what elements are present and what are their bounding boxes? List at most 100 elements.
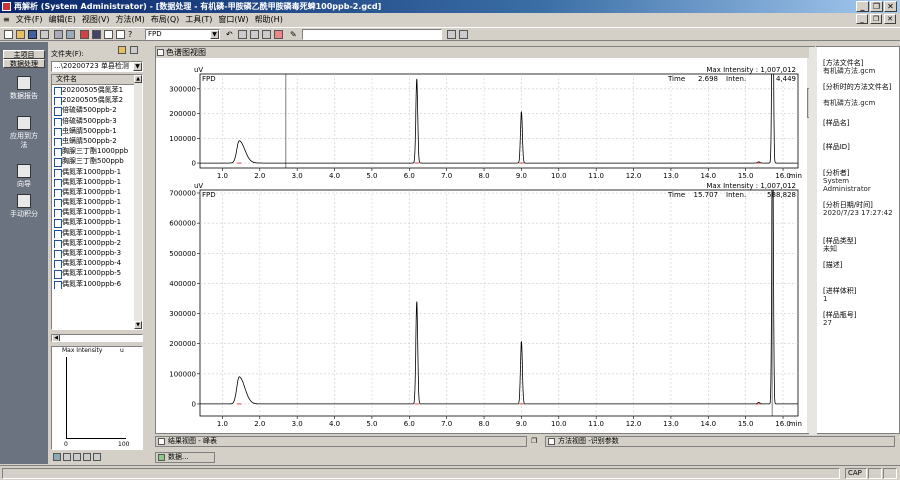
file-list-item[interactable]: 偶氮苯1000ppb-2 bbox=[52, 238, 142, 248]
detector-select[interactable]: FPD ▼ bbox=[145, 29, 220, 40]
file-list-item[interactable]: 倍硫磷500ppb-3 bbox=[52, 116, 142, 126]
data-icon[interactable] bbox=[80, 30, 89, 39]
export-icon[interactable] bbox=[93, 453, 101, 461]
info-value: 27 bbox=[823, 319, 832, 327]
file-list-item[interactable]: 20200505偶氮苯1 bbox=[52, 85, 142, 96]
x-tick-label: 4.0 bbox=[329, 420, 340, 428]
file-list-item[interactable]: 倍硫磷500ppb-2 bbox=[52, 105, 142, 116]
chevron-down-icon[interactable]: ▼ bbox=[210, 30, 219, 39]
settings-icon[interactable] bbox=[83, 453, 91, 461]
x-tick-label: 9.0 bbox=[516, 420, 527, 428]
chevron-down-icon[interactable]: ▼ bbox=[133, 62, 142, 71]
file-list-item[interactable]: 偶氮苯1000ppb-4 bbox=[52, 258, 142, 269]
layout3-icon[interactable] bbox=[116, 30, 125, 39]
menu-view[interactable]: 视图(V) bbox=[79, 15, 113, 24]
chromatogram-plots[interactable]: 1.0 2.0 3.0 4.0 5.0 6.0 7.0 8.0 9.0 10.0 11.0 12.0 1… bbox=[156, 58, 814, 433]
window-menu-icon[interactable] bbox=[157, 49, 164, 56]
scroll-down-icon[interactable]: ▼ bbox=[134, 321, 142, 329]
pencil-icon[interactable]: ✎ bbox=[290, 30, 299, 39]
help-icon[interactable]: ? bbox=[128, 30, 137, 39]
mdi-minimize-button[interactable]: _ bbox=[856, 14, 868, 24]
nav-apply-method[interactable]: 应用到方法 bbox=[0, 116, 48, 150]
chromatogram-title-label: 色谱图视图 bbox=[166, 48, 206, 57]
file-list-item[interactable]: 偶氮苯1000ppb-3 bbox=[52, 248, 142, 259]
info-label: [分析日期/时间] bbox=[823, 201, 873, 209]
tab-data[interactable]: 数据... bbox=[155, 452, 215, 463]
folder-label: 文件夹(F): bbox=[51, 50, 84, 58]
search-icon[interactable] bbox=[66, 30, 75, 39]
file-list-item[interactable]: 胸腺三丁酯500ppb bbox=[52, 156, 142, 167]
up-folder-icon[interactable] bbox=[118, 46, 126, 54]
file-list-scrollbar[interactable]: ▲ ▼ bbox=[134, 75, 142, 329]
print-icon[interactable] bbox=[40, 30, 49, 39]
nav-wizard[interactable]: 向导 bbox=[0, 164, 48, 189]
tool2-icon[interactable] bbox=[250, 30, 259, 39]
menu-window[interactable]: 窗口(W) bbox=[215, 15, 251, 24]
chart-icon[interactable] bbox=[53, 453, 61, 461]
file-list-item[interactable]: 偶氮苯1000ppb-1 bbox=[52, 177, 142, 187]
file-list-item[interactable]: 虫螨腈500ppb-2 bbox=[52, 136, 142, 147]
chromatogram-title: 色谱图视图 bbox=[156, 47, 814, 58]
file-list-hscrollbar[interactable]: ◀ bbox=[51, 334, 143, 342]
file-list-item[interactable]: 偶氮苯1000ppb-1 bbox=[52, 228, 142, 238]
file-list-item[interactable]: 20200505偶氮苯2 bbox=[52, 95, 142, 106]
file-list-item[interactable]: 偶氮苯1000ppb-1 bbox=[52, 207, 142, 218]
tab-results-view[interactable]: 结果视图 - 峰表 bbox=[155, 436, 527, 447]
title-bar: 再解析 (System Administrator) - [数据处理 - 有机磷… bbox=[0, 0, 900, 13]
minimize-button[interactable]: _ bbox=[856, 1, 869, 12]
file-list-item[interactable]: 偶氮苯1000ppb-1 bbox=[52, 217, 142, 228]
preview-icon[interactable] bbox=[54, 30, 63, 39]
tool3-icon[interactable] bbox=[262, 30, 271, 39]
window-menu-icon[interactable] bbox=[548, 438, 555, 445]
menu-layout[interactable]: 布局(Q) bbox=[148, 15, 183, 24]
info-splitter[interactable] bbox=[809, 47, 817, 435]
info-label: [分析者] bbox=[823, 169, 850, 177]
layout1-icon[interactable] bbox=[92, 30, 101, 39]
open-icon[interactable] bbox=[16, 30, 25, 39]
zoom-icon[interactable] bbox=[63, 453, 71, 461]
info-label: [样品ID] bbox=[823, 143, 850, 151]
file-list-item[interactable]: 偶氮苯1000ppb-1 bbox=[52, 197, 142, 208]
menu-method[interactable]: 方法(M) bbox=[113, 15, 148, 24]
file-list-item[interactable]: 偶氮苯1000ppb-1 bbox=[52, 187, 142, 198]
tab-data-processing[interactable]: 数据处理 bbox=[3, 59, 45, 68]
menu-file[interactable]: 文件(F) bbox=[13, 15, 46, 24]
file-list[interactable]: 文件名 20200505偶氮苯1 20200505偶氮苯2 倍硫磷500ppb-2 倍… bbox=[51, 74, 143, 330]
menu-tools[interactable]: 工具(T) bbox=[182, 15, 215, 24]
nav-data-report[interactable]: 数据报告 bbox=[0, 76, 48, 101]
file-column-header[interactable]: 文件名 bbox=[52, 75, 142, 85]
info-label: [分析时的方法文件名] bbox=[823, 83, 892, 91]
tool-icon[interactable] bbox=[73, 453, 81, 461]
restore-button[interactable]: ❐ bbox=[870, 1, 883, 12]
report-icon bbox=[17, 76, 31, 90]
tool5-icon[interactable] bbox=[447, 30, 456, 39]
menu-help[interactable]: 帮助(H) bbox=[252, 15, 286, 24]
layout2-icon[interactable] bbox=[104, 30, 113, 39]
menu-edit[interactable]: 编辑(E) bbox=[46, 15, 79, 24]
file-list-item[interactable]: 偶氮苯1000ppb-5 bbox=[52, 268, 142, 279]
x-tick-label: 10.0 bbox=[551, 172, 567, 180]
save-icon[interactable] bbox=[28, 30, 37, 39]
scroll-left-icon[interactable]: ◀ bbox=[52, 335, 60, 341]
mdi-close-button[interactable]: ✕ bbox=[884, 14, 896, 24]
tab-method-view[interactable]: 方法视图 -识别参数 bbox=[545, 436, 895, 447]
nav-manual-integration[interactable]: 手动积分 bbox=[0, 194, 48, 219]
toolbar-input[interactable] bbox=[302, 29, 442, 40]
close-button[interactable]: ✕ bbox=[884, 1, 897, 12]
restore-icon[interactable]: ❐ bbox=[531, 437, 541, 446]
undo-icon[interactable]: ↶ bbox=[226, 30, 235, 39]
folder-select[interactable]: ...\20200723 单县检测 ▼ bbox=[51, 61, 143, 72]
file-list-item[interactable]: 胸腺三丁酯1000ppb bbox=[52, 146, 142, 157]
tab-main-project[interactable]: 主项目 bbox=[3, 50, 45, 59]
window-menu-icon[interactable] bbox=[158, 438, 165, 445]
tool4-icon[interactable] bbox=[274, 30, 283, 39]
mdi-restore-button[interactable]: ❐ bbox=[870, 14, 882, 24]
view-icon[interactable] bbox=[130, 46, 138, 54]
tool6-icon[interactable] bbox=[459, 30, 468, 39]
file-list-item[interactable]: 偶氮苯1000ppb-1 bbox=[52, 167, 142, 177]
new-icon[interactable] bbox=[4, 30, 13, 39]
file-list-item[interactable]: 偶氮苯1000ppb-6 bbox=[52, 279, 142, 289]
scroll-up-icon[interactable]: ▲ bbox=[134, 75, 142, 83]
tool1-icon[interactable] bbox=[238, 30, 247, 39]
file-list-item[interactable]: 虫螨腈500ppb-1 bbox=[52, 126, 142, 136]
